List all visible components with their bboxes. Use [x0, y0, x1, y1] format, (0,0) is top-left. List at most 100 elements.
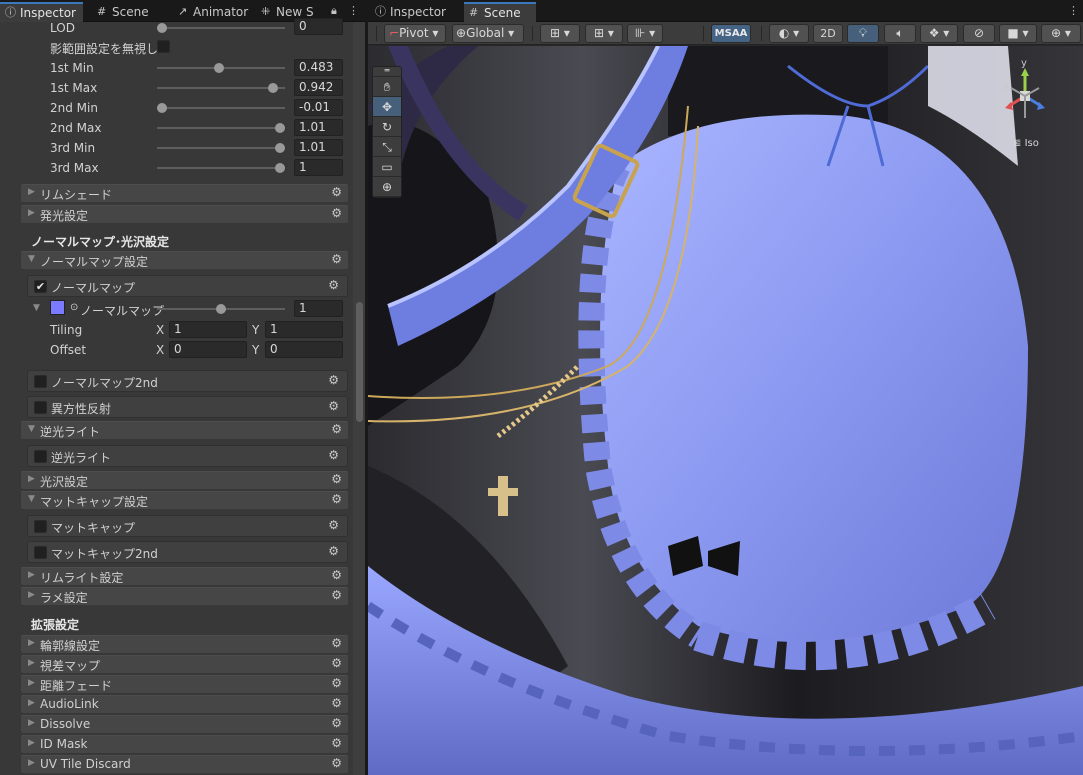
orientation-gizmo[interactable]: y x ⋐ Iso [995, 58, 1055, 154]
lod-value-field[interactable]: 0 [294, 18, 343, 35]
tab-scene-2[interactable]: # Scene [464, 2, 536, 22]
section-rim-shade[interactable]: ▶ リムシェード ⚙ [21, 184, 348, 202]
backlight-toggle[interactable]: 逆光ライト ⚙ [27, 445, 348, 467]
gear-icon[interactable]: ⚙ [331, 252, 342, 266]
gizmos-dropdown[interactable]: ⊕ ▾ [1041, 24, 1081, 43]
gear-icon[interactable]: ⚙ [331, 588, 342, 602]
section-emission[interactable]: ▶ 発光設定 ⚙ [21, 205, 348, 223]
msaa-button[interactable]: MSAA [711, 24, 751, 43]
object-picker-icon[interactable]: ⊙ [70, 302, 78, 313]
normal-map-strength-field[interactable]: 1 [294, 300, 343, 317]
gear-icon[interactable]: ⚙ [331, 736, 342, 750]
gear-icon[interactable]: ⚙ [328, 448, 339, 462]
gear-icon[interactable]: ⚙ [331, 422, 342, 436]
slider-value-field[interactable]: 0.483 [294, 59, 343, 76]
normal-map-strength-slider[interactable] [157, 304, 285, 314]
matcap-toggle[interactable]: マットキャップ ⚙ [27, 515, 348, 537]
section-rimlight[interactable]: ▶ リムライト設定 ⚙ [21, 567, 348, 585]
value-slider[interactable] [157, 83, 285, 93]
more-menu-icon[interactable]: ⋮ [348, 4, 359, 17]
value-slider[interactable] [157, 63, 285, 73]
lod-slider[interactable] [157, 23, 285, 33]
gear-icon[interactable]: ⚙ [328, 544, 339, 558]
matcap-2nd-checkbox[interactable] [34, 546, 47, 559]
gear-icon[interactable]: ⚙ [331, 656, 342, 670]
pivot-dropdown[interactable]: ⌐Pivot ▾ [384, 24, 446, 43]
scale-tool-icon[interactable]: ⤡ [373, 137, 401, 157]
value-slider[interactable] [157, 163, 285, 173]
rect-tool-icon[interactable]: ▭ [373, 157, 401, 177]
value-slider[interactable] [157, 143, 285, 153]
gear-icon[interactable]: ⚙ [328, 518, 339, 532]
slider-value-field[interactable]: 1.01 [294, 139, 343, 156]
section-gloss[interactable]: ▶ 光沢設定 ⚙ [21, 471, 348, 489]
lighting-toggle[interactable]: 💡︎ [847, 24, 879, 43]
normal-map-texture-swatch[interactable] [50, 300, 65, 315]
gear-icon[interactable]: ⚙ [331, 206, 342, 220]
grid-snap-button[interactable]: ⊞ ▾ [540, 24, 580, 43]
ext-section[interactable]: ▶ Dissolve ⚙ [21, 715, 348, 733]
shading-mode-dropdown[interactable]: ◐ ▾ [769, 24, 809, 43]
ruler-button[interactable]: ⊪ ▾ [627, 24, 663, 43]
slider-value-field[interactable]: 1 [294, 159, 343, 176]
slider-value-field[interactable]: 0.942 [294, 79, 343, 96]
rotate-tool-icon[interactable]: ↻ [373, 117, 401, 137]
offset-y-field[interactable]: 0 [265, 341, 343, 358]
lod-slider-knob[interactable] [157, 23, 167, 33]
normal-map-checkbox[interactable]: ✔ [34, 280, 47, 293]
scene-viewport[interactable]: ═ ✋︎ ✥ ↻ ⤡ ▭ ⊕ y x ⋐ Iso [368, 46, 1083, 775]
slider-knob[interactable] [157, 103, 167, 113]
inspector-scrollbar-thumb[interactable] [356, 302, 363, 422]
inspector-scrollbar[interactable] [353, 22, 365, 775]
ignore-shadow-checkbox[interactable] [157, 40, 170, 53]
transform-tool-icon[interactable]: ⊕ [373, 177, 401, 197]
gear-icon[interactable]: ⚙ [331, 568, 342, 582]
ext-section[interactable]: ▶ 輪郭線設定 ⚙ [21, 635, 348, 653]
ext-section[interactable]: ▶ 距離フェード ⚙ [21, 675, 348, 693]
gear-icon[interactable]: ⚙ [331, 696, 342, 710]
more-menu-icon[interactable]: ⋮ [1068, 4, 1079, 17]
slider-knob[interactable] [275, 123, 285, 133]
global-dropdown[interactable]: ⊕Global ▾ [452, 24, 524, 43]
anisotropy-toggle[interactable]: 異方性反射 ⚙ [27, 396, 348, 418]
slider-knob[interactable] [275, 163, 285, 173]
normal-map-2nd-checkbox[interactable] [34, 375, 47, 388]
visibility-toggle[interactable]: ⊘ [963, 24, 995, 43]
lock-icon[interactable]: 🔒︎ [331, 4, 337, 18]
backlight-checkbox[interactable] [34, 450, 47, 463]
ext-section[interactable]: ▶ UV Tile Discard ⚙ [21, 755, 348, 773]
matcap-2nd-toggle[interactable]: マットキャップ2nd ⚙ [27, 541, 348, 563]
snap-increment-button[interactable]: ⊞ ▾ [585, 24, 623, 43]
slider-knob[interactable] [213, 63, 224, 73]
gear-icon[interactable]: ⚙ [331, 756, 342, 770]
gear-icon[interactable]: ⚙ [331, 472, 342, 486]
gear-icon[interactable]: ⚙ [328, 278, 339, 292]
gear-icon[interactable]: ⚙ [331, 492, 342, 506]
tiling-y-field[interactable]: 1 [265, 321, 343, 338]
value-slider[interactable] [157, 103, 285, 113]
gear-icon[interactable]: ⚙ [331, 676, 342, 690]
tab-inspector-2[interactable]: ⓘ Inspector [370, 2, 456, 22]
camera-dropdown[interactable]: ■ ▾ [999, 24, 1037, 43]
collapse-triangle-icon[interactable]: ▼ [33, 303, 40, 313]
audio-toggle[interactable]: 🔈︎ [884, 24, 916, 43]
anisotropy-checkbox[interactable] [34, 401, 47, 414]
projection-label[interactable]: ⋐ Iso [1013, 138, 1039, 149]
normal-map-2nd-toggle[interactable]: ノーマルマップ2nd ⚙ [27, 370, 348, 392]
tiling-x-field[interactable]: 1 [169, 321, 247, 338]
section-normal-map-settings[interactable]: ▼ ノーマルマップ設定 ⚙ [21, 251, 348, 269]
hand-tool-icon[interactable]: ✋︎ [373, 77, 401, 97]
slider-knob[interactable] [268, 83, 279, 93]
gear-icon[interactable]: ⚙ [328, 399, 339, 413]
normal-map-strength-knob[interactable] [216, 304, 226, 314]
effects-dropdown[interactable]: ❖ ▾ [920, 24, 958, 43]
gear-icon[interactable]: ⚙ [331, 185, 342, 199]
ext-section[interactable]: ▶ AudioLink ⚙ [21, 695, 348, 713]
section-glitter[interactable]: ▶ ラメ設定 ⚙ [21, 587, 348, 605]
offset-x-field[interactable]: 0 [169, 341, 247, 358]
section-backlight[interactable]: ▼ 逆光ライト ⚙ [21, 421, 348, 439]
ext-section[interactable]: ▶ 視差マップ ⚙ [21, 655, 348, 673]
gear-icon[interactable]: ⚙ [328, 373, 339, 387]
slider-value-field[interactable]: 1.01 [294, 119, 343, 136]
section-matcap[interactable]: ▼ マットキャップ設定 ⚙ [21, 491, 348, 509]
